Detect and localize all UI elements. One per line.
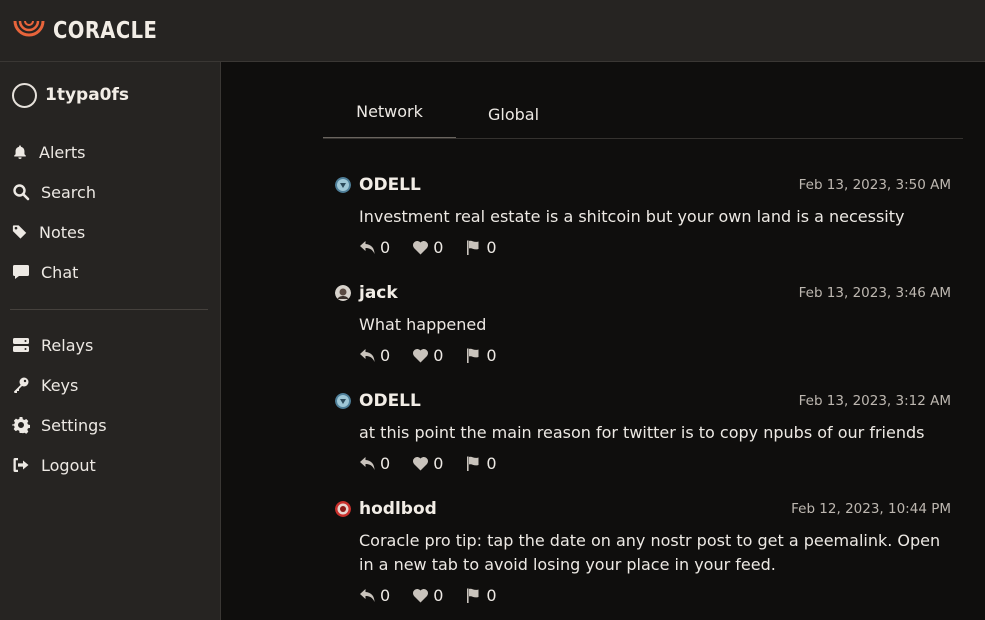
heart-icon bbox=[413, 456, 429, 470]
reply-icon bbox=[360, 240, 375, 254]
bell-icon bbox=[14, 145, 26, 159]
flag-count: 0 bbox=[486, 585, 497, 605]
like-button[interactable]: 0 bbox=[412, 586, 443, 605]
sidebar-item-settings[interactable]: Settings bbox=[12, 413, 107, 437]
sidebar-item-label: Settings bbox=[41, 415, 107, 435]
reply-button[interactable]: 0 bbox=[359, 238, 390, 257]
flag-icon bbox=[467, 456, 479, 471]
reply-count: 0 bbox=[380, 585, 391, 605]
note-date[interactable]: Feb 13, 2023, 3:46 AM bbox=[799, 283, 951, 303]
avatar bbox=[12, 82, 37, 108]
reply-icon bbox=[360, 588, 375, 602]
sidebar-item-label: Alerts bbox=[39, 142, 86, 162]
avatar[interactable] bbox=[335, 285, 351, 301]
reply-count: 0 bbox=[380, 345, 391, 365]
flag-button[interactable]: 0 bbox=[465, 585, 497, 605]
brand-name: CORACLE bbox=[53, 17, 158, 44]
user-profile[interactable]: 1typa0fs bbox=[12, 80, 129, 110]
like-count: 0 bbox=[433, 237, 444, 257]
like-button[interactable]: 0 bbox=[412, 346, 443, 365]
sidebar: 1typa0fs Alerts Search Notes Chat Relays… bbox=[0, 62, 221, 620]
gear-icon bbox=[12, 417, 30, 434]
note-actions: 0 0 0 bbox=[359, 237, 951, 257]
heart-icon bbox=[413, 240, 429, 254]
note-actions: 0 0 0 bbox=[359, 453, 951, 473]
tab-global[interactable]: Global bbox=[456, 88, 571, 140]
main-feed: Network Global ODELL Feb 13, 2023, 3:50 … bbox=[222, 62, 985, 620]
top-bar: CORACLE bbox=[0, 0, 985, 62]
sidebar-item-label: Notes bbox=[39, 222, 86, 242]
note-author[interactable]: ODELL bbox=[359, 173, 421, 197]
like-count: 0 bbox=[433, 345, 444, 365]
reply-count: 0 bbox=[380, 453, 391, 473]
note-author[interactable]: hodlbod bbox=[359, 497, 437, 521]
search-icon bbox=[13, 184, 30, 201]
tag-icon bbox=[12, 225, 27, 239]
sidebar-item-label: Relays bbox=[41, 335, 94, 355]
sidebar-item-relays[interactable]: Relays bbox=[12, 333, 93, 357]
sidebar-item-keys[interactable]: Keys bbox=[12, 373, 78, 397]
tab-network[interactable]: Network bbox=[323, 86, 456, 138]
note-actions: 0 0 0 bbox=[359, 345, 951, 365]
flag-count: 0 bbox=[486, 453, 497, 473]
note-date[interactable]: Feb 13, 2023, 3:50 AM bbox=[799, 175, 951, 195]
flag-button[interactable]: 0 bbox=[465, 237, 497, 257]
flag-count: 0 bbox=[486, 345, 497, 365]
coracle-logo-icon bbox=[13, 20, 45, 36]
note-content: Coracle pro tip: tap the date on any nos… bbox=[359, 531, 941, 574]
note-content: What happened bbox=[359, 315, 487, 334]
feed-tabs: Network Global bbox=[323, 86, 963, 139]
key-icon bbox=[14, 377, 29, 393]
note-content: Investment real estate is a shitcoin but… bbox=[359, 207, 905, 226]
like-button[interactable]: 0 bbox=[412, 238, 443, 257]
reply-button[interactable]: 0 bbox=[359, 454, 390, 473]
note-card: ODELL Feb 13, 2023, 3:12 AM at this poin… bbox=[335, 389, 951, 473]
flag-count: 0 bbox=[486, 237, 497, 257]
avatar[interactable] bbox=[335, 393, 351, 409]
sidebar-item-alerts[interactable]: Alerts bbox=[12, 140, 85, 164]
reply-icon bbox=[360, 348, 375, 362]
flag-icon bbox=[467, 588, 479, 603]
note-card: hodlbod Feb 12, 2023, 10:44 PM Coracle p… bbox=[335, 497, 951, 605]
like-button[interactable]: 0 bbox=[412, 454, 443, 473]
reply-button[interactable]: 0 bbox=[359, 586, 390, 605]
note-content: at this point the main reason for twitte… bbox=[359, 423, 925, 442]
flag-button[interactable]: 0 bbox=[465, 345, 497, 365]
avatar[interactable] bbox=[335, 501, 351, 517]
flag-button[interactable]: 0 bbox=[465, 453, 497, 473]
sidebar-divider bbox=[10, 309, 208, 310]
sidebar-item-logout[interactable]: Logout bbox=[12, 453, 96, 477]
note-card: ODELL Feb 13, 2023, 3:50 AM Investment r… bbox=[335, 173, 951, 257]
sidebar-item-label: Search bbox=[41, 182, 96, 202]
note-author[interactable]: ODELL bbox=[359, 389, 421, 413]
sidebar-item-label: Logout bbox=[41, 455, 96, 475]
sidebar-item-notes[interactable]: Notes bbox=[12, 220, 85, 244]
like-count: 0 bbox=[433, 453, 444, 473]
reply-count: 0 bbox=[380, 237, 391, 257]
note-author[interactable]: jack bbox=[359, 281, 398, 305]
sidebar-item-search[interactable]: Search bbox=[12, 180, 96, 204]
avatar[interactable] bbox=[335, 177, 351, 193]
chat-icon bbox=[13, 265, 29, 279]
note-card: jack Feb 13, 2023, 3:46 AM What happened… bbox=[335, 281, 951, 365]
note-date[interactable]: Feb 12, 2023, 10:44 PM bbox=[791, 499, 951, 519]
flag-icon bbox=[467, 348, 479, 363]
sidebar-item-label: Chat bbox=[41, 262, 79, 282]
heart-icon bbox=[413, 348, 429, 362]
brand[interactable]: CORACLE bbox=[13, 17, 176, 45]
server-icon bbox=[13, 338, 29, 352]
flag-icon bbox=[467, 240, 479, 255]
sidebar-item-label: Keys bbox=[41, 375, 79, 395]
reply-button[interactable]: 0 bbox=[359, 346, 390, 365]
profile-name: 1typa0fs bbox=[45, 85, 130, 105]
note-date[interactable]: Feb 13, 2023, 3:12 AM bbox=[799, 391, 951, 411]
like-count: 0 bbox=[433, 585, 444, 605]
note-actions: 0 0 0 bbox=[359, 585, 951, 605]
heart-icon bbox=[413, 588, 429, 602]
reply-icon bbox=[360, 456, 375, 470]
logout-icon bbox=[13, 458, 29, 472]
sidebar-item-chat[interactable]: Chat bbox=[12, 260, 78, 284]
